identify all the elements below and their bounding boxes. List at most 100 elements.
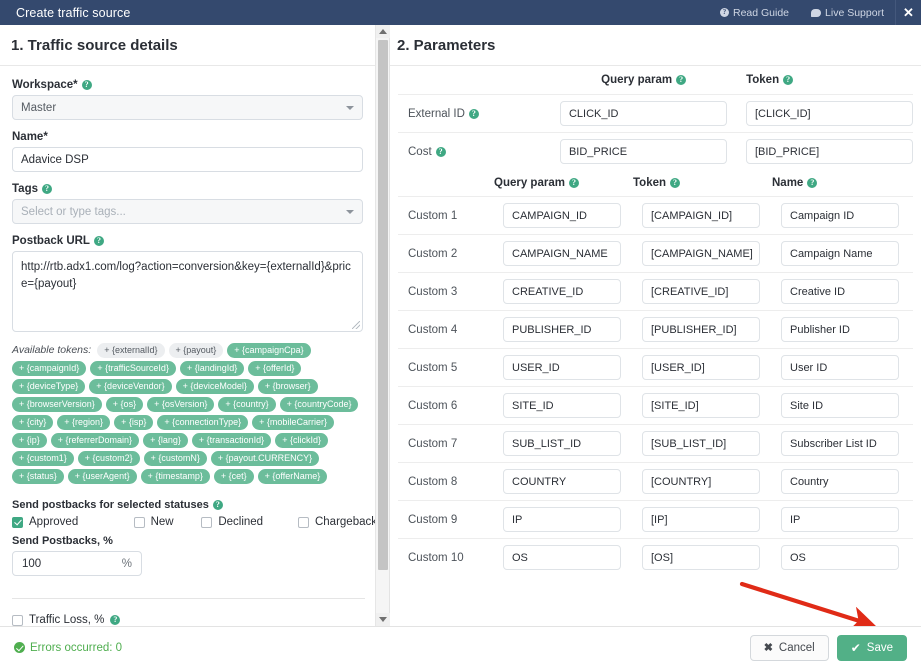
token-chip[interactable]: + {ip}: [12, 433, 47, 448]
name-input[interactable]: Campaign ID: [781, 203, 899, 228]
help-icon[interactable]: ?: [468, 108, 479, 119]
token-chip[interactable]: + {mobileCarrier}: [252, 415, 334, 430]
token-chip[interactable]: + {osVersion}: [147, 397, 215, 412]
token-chip[interactable]: + {connectionType}: [157, 415, 249, 430]
token-chip[interactable]: + {offerId}: [248, 361, 302, 376]
scroll-up-icon[interactable]: [376, 25, 390, 38]
token-chip[interactable]: + {cet}: [213, 469, 254, 484]
token-chip[interactable]: + {custom2}: [77, 451, 140, 466]
status-checkbox-chargeback[interactable]: Chargeback: [297, 516, 377, 528]
token-input[interactable]: [CAMPAIGN_NAME]: [642, 241, 760, 266]
query-param-input[interactable]: SUB_LIST_ID: [503, 431, 621, 456]
traffic-loss-checkbox[interactable]: Traffic Loss, % ?: [12, 614, 121, 626]
query-param-input[interactable]: OS: [503, 545, 621, 570]
token-chip[interactable]: + {countryCode}: [279, 397, 359, 412]
send-postbacks-pct-input[interactable]: 100 %: [12, 551, 142, 576]
name-input[interactable]: OS: [781, 545, 899, 570]
name-input[interactable]: Creative ID: [781, 279, 899, 304]
token-input[interactable]: [OS]: [642, 545, 760, 570]
token-input[interactable]: [CLICK_ID]: [745, 101, 913, 126]
query-param-input[interactable]: SITE_ID: [503, 393, 621, 418]
tags-select[interactable]: Select or type tags...: [12, 199, 363, 224]
query-param-input[interactable]: USER_ID: [503, 355, 621, 380]
token-chip[interactable]: + {campaignId}: [12, 361, 87, 376]
token-chip[interactable]: + {offerName}: [257, 469, 328, 484]
token-chip[interactable]: + {payout.CURRENCY}: [210, 451, 320, 466]
read-guide-link[interactable]: ? Read Guide: [709, 7, 800, 19]
token-input[interactable]: [PUBLISHER_ID]: [642, 317, 760, 342]
status-checkbox-new[interactable]: New: [133, 516, 202, 528]
scrollbar-thumb[interactable]: [378, 40, 388, 570]
token-chip[interactable]: + {landingId}: [179, 361, 245, 376]
help-icon[interactable]: ?: [435, 146, 446, 157]
token-chip[interactable]: + {customN}: [143, 451, 207, 466]
token-chip[interactable]: + {deviceVendor}: [89, 379, 172, 394]
postback-url-textarea[interactable]: http://rtb.adx1.com/log?action=conversio…: [12, 251, 363, 332]
token-chip[interactable]: + {timestamp}: [140, 469, 210, 484]
token-chip[interactable]: + {deviceType}: [12, 379, 86, 394]
save-button[interactable]: ✔ Save: [836, 634, 907, 661]
name-input[interactable]: Adavice DSP: [12, 147, 363, 172]
help-icon[interactable]: ?: [110, 615, 121, 625]
token-chip[interactable]: + {referrerDomain}: [50, 433, 140, 448]
token-chip[interactable]: + {custom1}: [12, 451, 74, 466]
name-input[interactable]: Site ID: [781, 393, 899, 418]
help-icon[interactable]: ?: [212, 500, 223, 510]
query-param-input[interactable]: PUBLISHER_ID: [503, 317, 621, 342]
token-chip[interactable]: + {lang}: [143, 433, 188, 448]
token-chip[interactable]: + {userAgent}: [67, 469, 137, 484]
token-chip[interactable]: + {campaignCpa}: [227, 343, 311, 358]
token-input[interactable]: [CREATIVE_ID]: [642, 279, 760, 304]
token-chip[interactable]: + {browser}: [257, 379, 318, 394]
token-chip[interactable]: + {clickId}: [275, 433, 328, 448]
token-chip[interactable]: + {country}: [218, 397, 276, 412]
help-icon[interactable]: ?: [42, 184, 52, 194]
close-icon[interactable]: ✕: [895, 0, 921, 25]
help-icon[interactable]: ?: [670, 178, 681, 188]
token-chip[interactable]: + {city}: [12, 415, 54, 430]
name-input[interactable]: Country: [781, 469, 899, 494]
name-input[interactable]: User ID: [781, 355, 899, 380]
query-param-input[interactable]: IP: [503, 507, 621, 532]
help-icon[interactable]: ?: [676, 75, 687, 85]
token-input[interactable]: [SITE_ID]: [642, 393, 760, 418]
help-icon[interactable]: ?: [81, 80, 92, 90]
cancel-button[interactable]: ✖ Cancel: [749, 634, 829, 661]
token-input[interactable]: [USER_ID]: [642, 355, 760, 380]
query-param-input[interactable]: CLICK_ID: [559, 101, 727, 126]
token-chip[interactable]: + {region}: [57, 415, 111, 430]
token-chip[interactable]: + {payout}: [168, 343, 224, 358]
workspace-select[interactable]: Master: [12, 95, 363, 120]
token-chip[interactable]: + {os}: [105, 397, 144, 412]
help-icon[interactable]: ?: [568, 178, 579, 188]
query-param-input[interactable]: CREATIVE_ID: [503, 279, 621, 304]
token-input[interactable]: [COUNTRY]: [642, 469, 760, 494]
resize-handle[interactable]: [352, 321, 360, 329]
scroll-down-icon[interactable]: [376, 613, 390, 626]
token-input[interactable]: [CAMPAIGN_ID]: [642, 203, 760, 228]
query-param-input[interactable]: COUNTRY: [503, 469, 621, 494]
token-input[interactable]: [IP]: [642, 507, 760, 532]
token-chip[interactable]: + {transactionId}: [191, 433, 272, 448]
help-icon[interactable]: ?: [807, 178, 818, 188]
help-icon[interactable]: ?: [93, 236, 104, 246]
live-support-link[interactable]: Live Support: [800, 7, 895, 19]
token-chip[interactable]: + {isp}: [114, 415, 154, 430]
token-chip[interactable]: + {browserVersion}: [12, 397, 102, 412]
status-checkbox-declined[interactable]: Declined: [201, 516, 298, 528]
token-input[interactable]: [BID_PRICE]: [745, 139, 913, 164]
name-input[interactable]: Campaign Name: [781, 241, 899, 266]
token-chip[interactable]: + {externalId}: [97, 343, 165, 358]
status-checkbox-approved[interactable]: Approved: [12, 516, 134, 528]
name-input[interactable]: IP: [781, 507, 899, 532]
name-input[interactable]: Subscriber List ID: [781, 431, 899, 456]
token-input[interactable]: [SUB_LIST_ID]: [642, 431, 760, 456]
query-param-input[interactable]: CAMPAIGN_ID: [503, 203, 621, 228]
name-input[interactable]: Publisher ID: [781, 317, 899, 342]
query-param-input[interactable]: CAMPAIGN_NAME: [503, 241, 621, 266]
token-chip[interactable]: + {deviceModel}: [175, 379, 254, 394]
help-icon[interactable]: ?: [783, 75, 794, 85]
token-chip[interactable]: + {status}: [12, 469, 64, 484]
query-param-input[interactable]: BID_PRICE: [559, 139, 727, 164]
left-panel-scrollbar[interactable]: [375, 25, 390, 626]
